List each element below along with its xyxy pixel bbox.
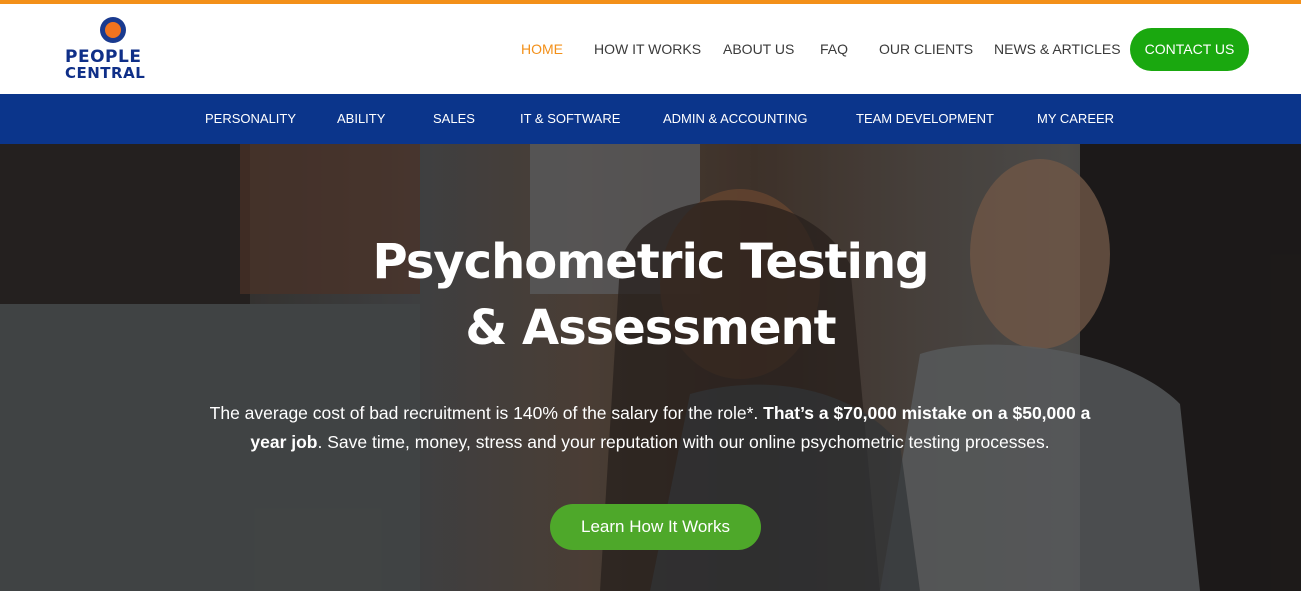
category-navigation: PERSONALITY ABILITY SALES IT & SOFTWARE … — [0, 94, 1301, 144]
hero-title-line1: Psychometric Testing — [372, 234, 929, 290]
site-header: PEOPLE CENTRAL HOME HOW IT WORKS ABOUT U… — [0, 4, 1301, 94]
nav-how-it-works[interactable]: HOW IT WORKS — [594, 41, 701, 57]
category-ability[interactable]: ABILITY — [337, 111, 385, 126]
nav-news-articles[interactable]: NEWS & ARTICLES — [994, 41, 1121, 57]
category-sales[interactable]: SALES — [433, 111, 475, 126]
category-admin-accounting[interactable]: ADMIN & ACCOUNTING — [663, 111, 807, 126]
hero-banner: Psychometric Testing & Assessment The av… — [0, 144, 1301, 591]
category-personality[interactable]: PERSONALITY — [205, 111, 296, 126]
category-team-development[interactable]: TEAM DEVELOPMENT — [856, 111, 994, 126]
nav-about-us[interactable]: ABOUT US — [723, 41, 794, 57]
hero-description: The average cost of bad recruitment is 1… — [190, 399, 1110, 457]
learn-how-it-works-button[interactable]: Learn How It Works — [550, 504, 761, 550]
contact-us-button[interactable]: CONTACT US — [1130, 28, 1249, 71]
category-it-software[interactable]: IT & SOFTWARE — [520, 111, 620, 126]
nav-our-clients[interactable]: OUR CLIENTS — [879, 41, 973, 57]
nav-home[interactable]: HOME — [521, 41, 563, 57]
main-navigation: HOME HOW IT WORKS ABOUT US FAQ OUR CLIEN… — [0, 4, 1301, 94]
hero-text-part1: The average cost of bad recruitment is 1… — [209, 403, 764, 423]
hero-title-line2: & Assessment — [465, 300, 836, 356]
nav-faq[interactable]: FAQ — [820, 41, 848, 57]
category-my-career[interactable]: MY CAREER — [1037, 111, 1114, 126]
hero-text-part2: . Save time, money, stress and your repu… — [317, 432, 1050, 452]
